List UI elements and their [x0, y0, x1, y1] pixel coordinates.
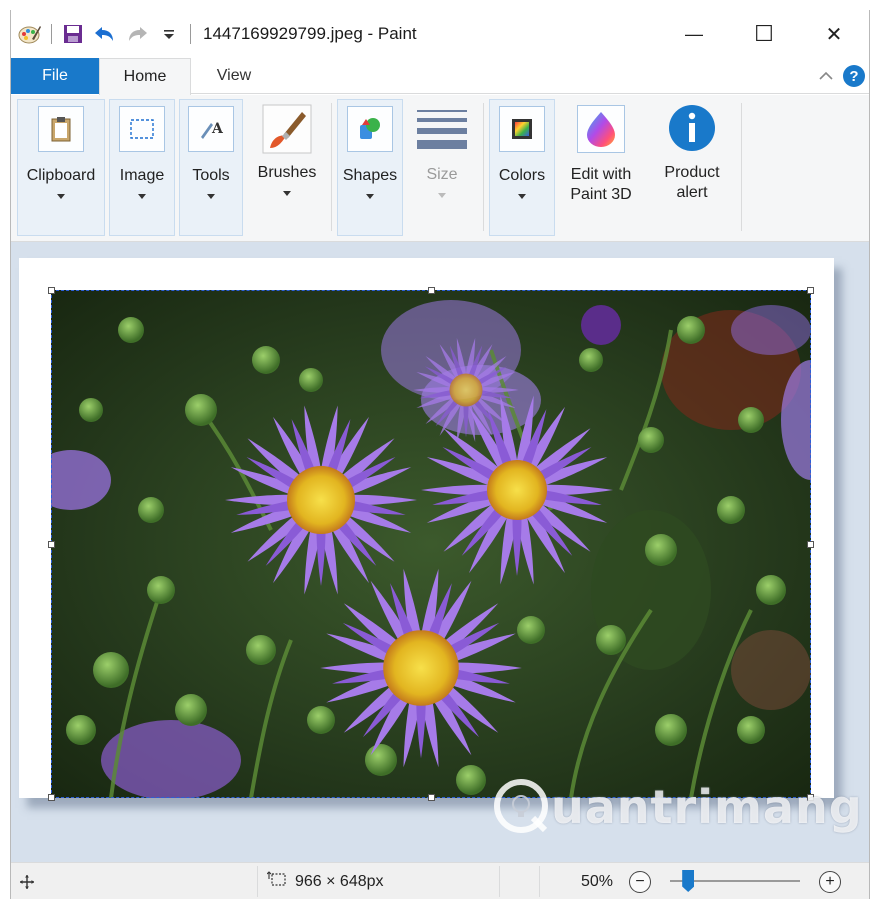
image-label: Image	[119, 167, 165, 184]
status-separator	[499, 866, 500, 897]
maximize-icon: ☐	[754, 21, 774, 46]
minimize-icon: —	[685, 23, 703, 44]
clipboard-icon	[38, 106, 84, 152]
edit-paint3d-label-line2: Paint 3D	[570, 186, 632, 203]
zoom-level-text: 50%	[581, 872, 614, 890]
tab-view[interactable]: View	[201, 58, 267, 94]
tools-group[interactable]: A Tools	[179, 99, 243, 236]
colors-label: Colors	[498, 167, 546, 184]
zoom-slider-thumb[interactable]	[682, 870, 695, 892]
quick-access-toolbar	[11, 10, 199, 58]
ribbon-separator	[331, 103, 332, 231]
colors-group[interactable]: Colors	[489, 99, 555, 236]
size-group[interactable]: Size	[409, 99, 475, 236]
undo-icon[interactable]	[92, 21, 118, 47]
status-separator	[539, 866, 540, 897]
size-icon	[414, 105, 470, 151]
shapes-label: Shapes	[342, 167, 398, 184]
select-icon	[119, 106, 165, 152]
tools-icon: A	[188, 106, 234, 152]
chevron-down-icon	[57, 194, 65, 199]
title-bar: 1447169929799.jpeg - Paint — ☐ ✕	[11, 10, 869, 58]
tools-label: Tools	[192, 167, 230, 184]
customize-dropdown-icon[interactable]	[156, 21, 182, 47]
image-size-cell: 966 × 648px	[266, 863, 384, 899]
brushes-group[interactable]: Brushes	[251, 99, 323, 236]
resize-handle-top[interactable]	[428, 287, 435, 294]
resize-handle-bottom[interactable]	[428, 794, 435, 801]
ribbon-tabs: File Home View ?	[11, 58, 869, 95]
zoom-out-button[interactable]: −	[629, 863, 651, 899]
watermark-text: uantrimang	[551, 780, 863, 834]
info-icon	[667, 103, 717, 153]
shapes-icon	[347, 106, 393, 152]
resize-handle-right[interactable]	[807, 541, 814, 548]
quick-access-separator	[190, 24, 191, 44]
image-group[interactable]: Image	[109, 99, 175, 236]
ribbon-separator	[483, 103, 484, 231]
zoom-in-icon: +	[819, 870, 841, 893]
resize-handle-top-right[interactable]	[807, 287, 814, 294]
zoom-in-button[interactable]: +	[819, 863, 841, 899]
tab-home[interactable]: Home	[99, 58, 191, 95]
selection-border[interactable]	[48, 287, 814, 801]
brush-icon	[261, 103, 313, 155]
product-alert-label-line2: alert	[676, 184, 708, 201]
status-bar: 966 × 648px 50% − +	[11, 862, 869, 899]
brushes-label: Brushes	[257, 164, 317, 181]
paint-app-icon[interactable]	[17, 21, 43, 47]
clipboard-group[interactable]: Clipboard	[17, 99, 105, 236]
close-button[interactable]: ✕	[799, 10, 869, 58]
maximize-button[interactable]: ☐	[729, 10, 799, 58]
chevron-down-icon	[207, 194, 215, 199]
tab-file[interactable]: File	[11, 58, 99, 94]
resize-handle-top-left[interactable]	[48, 287, 55, 294]
image-size-text: 966 × 648px	[295, 872, 384, 890]
paint3d-icon	[577, 105, 625, 153]
ribbon: Clipboard Image A Tools Brushes Shapes S…	[11, 95, 869, 242]
status-separator	[257, 866, 258, 897]
clipboard-label: Clipboard	[26, 167, 96, 184]
zoom-out-icon: −	[629, 870, 651, 893]
edit-paint3d-label-line1: Edit with	[570, 166, 632, 183]
watermark-q-icon	[494, 779, 548, 833]
quick-access-separator	[51, 24, 52, 44]
chevron-down-icon	[518, 194, 526, 199]
save-icon[interactable]	[60, 21, 86, 47]
svg-text:A: A	[211, 121, 224, 137]
product-alert-label-line1: Product	[664, 164, 720, 181]
shapes-group[interactable]: Shapes	[337, 99, 403, 236]
watermark-logo: uantrimang	[493, 778, 863, 836]
colors-icon	[499, 106, 545, 152]
edit-with-paint3d-button[interactable]: Edit with Paint 3D	[561, 99, 641, 236]
chevron-down-icon	[283, 191, 291, 196]
window-controls: — ☐ ✕	[659, 10, 869, 58]
paint-window: 1447169929799.jpeg - Paint — ☐ ✕ File Ho…	[10, 10, 870, 899]
redo-icon[interactable]	[124, 21, 150, 47]
close-icon: ✕	[825, 23, 843, 46]
chevron-down-icon	[438, 193, 446, 198]
canvas-area[interactable]: uantrimang	[11, 242, 869, 862]
minimize-button[interactable]: —	[659, 10, 729, 58]
collapse-ribbon-icon[interactable]	[819, 68, 833, 85]
image-size-icon	[266, 871, 287, 892]
cursor-position-icon	[19, 863, 35, 899]
chevron-down-icon	[138, 194, 146, 199]
ribbon-separator	[741, 103, 742, 231]
chevron-down-icon	[366, 194, 374, 199]
window-title: 1447169929799.jpeg - Paint	[203, 24, 417, 43]
resize-handle-left[interactable]	[48, 541, 55, 548]
help-icon[interactable]: ?	[843, 65, 865, 87]
ribbon-right-controls: ?	[819, 58, 865, 94]
resize-handle-bottom-left[interactable]	[48, 794, 55, 801]
size-label: Size	[426, 166, 458, 183]
product-alert-button[interactable]: Product alert	[651, 99, 733, 236]
drawing-canvas[interactable]	[19, 258, 834, 801]
